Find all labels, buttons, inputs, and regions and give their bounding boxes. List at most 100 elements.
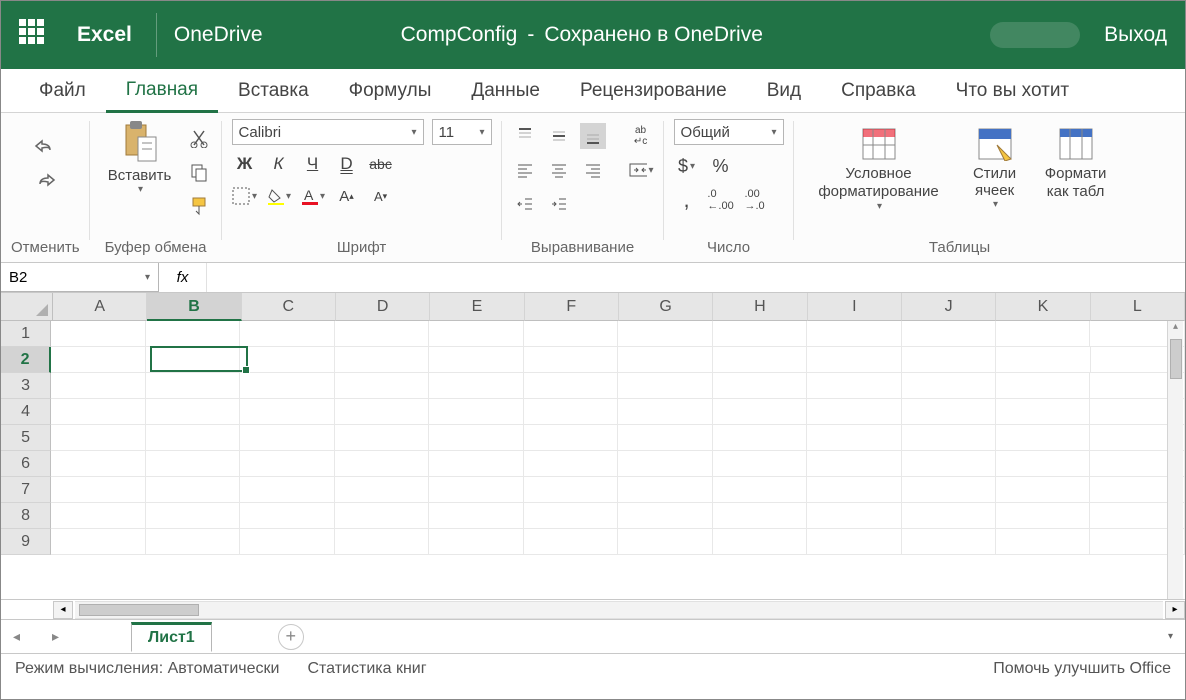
- cell[interactable]: [146, 373, 240, 399]
- strikethrough-button[interactable]: abc: [368, 151, 394, 177]
- cell[interactable]: [335, 347, 429, 373]
- decrease-font-button[interactable]: А▾: [368, 183, 394, 209]
- merge-cells-button[interactable]: ▾: [628, 157, 654, 183]
- workbook-stats-button[interactable]: Статистика книг: [307, 660, 426, 678]
- column-header[interactable]: F: [525, 293, 619, 321]
- new-sheet-button[interactable]: +: [278, 624, 304, 650]
- row-header[interactable]: 5: [1, 425, 51, 451]
- calc-mode-status[interactable]: Режим вычисления: Автоматически: [15, 660, 279, 678]
- cell[interactable]: [146, 529, 240, 555]
- wrap-text-button[interactable]: ab↵c: [628, 123, 654, 149]
- align-top-button[interactable]: [512, 123, 538, 149]
- cell[interactable]: [902, 425, 996, 451]
- cell[interactable]: [902, 503, 996, 529]
- cell[interactable]: [240, 451, 334, 477]
- cell[interactable]: [524, 373, 618, 399]
- cell[interactable]: [902, 451, 996, 477]
- cell[interactable]: [51, 347, 145, 373]
- comma-style-button[interactable]: ,: [674, 187, 700, 213]
- column-header[interactable]: C: [242, 293, 336, 321]
- cell[interactable]: [902, 373, 996, 399]
- breadcrumb-location[interactable]: OneDrive: [156, 23, 281, 47]
- cell[interactable]: [524, 425, 618, 451]
- borders-button[interactable]: ▾: [232, 183, 258, 209]
- cell[interactable]: [618, 425, 712, 451]
- tab-home[interactable]: Главная: [106, 69, 218, 113]
- cell[interactable]: [240, 321, 334, 347]
- column-header[interactable]: K: [996, 293, 1090, 321]
- cell[interactable]: [807, 529, 901, 555]
- row-header[interactable]: 2: [1, 347, 51, 373]
- cell[interactable]: [807, 321, 901, 347]
- name-box[interactable]: B2▾: [1, 263, 159, 292]
- cell[interactable]: [807, 347, 901, 373]
- cell[interactable]: [618, 321, 712, 347]
- cell[interactable]: [335, 451, 429, 477]
- copy-button[interactable]: [186, 159, 212, 185]
- row-header[interactable]: 3: [1, 373, 51, 399]
- double-underline-button[interactable]: D: [334, 151, 360, 177]
- cell[interactable]: [240, 399, 334, 425]
- cell[interactable]: [335, 321, 429, 347]
- column-header[interactable]: L: [1091, 293, 1185, 321]
- cell[interactable]: [240, 503, 334, 529]
- cell[interactable]: [713, 529, 807, 555]
- cell[interactable]: [51, 425, 145, 451]
- redo-button[interactable]: [32, 167, 58, 193]
- row-header[interactable]: 6: [1, 451, 51, 477]
- cell[interactable]: [902, 529, 996, 555]
- cell[interactable]: [524, 347, 618, 373]
- cell[interactable]: [146, 399, 240, 425]
- cell-styles-button[interactable]: Стили ячеек▾: [960, 127, 1030, 210]
- cell[interactable]: [429, 477, 523, 503]
- row-header[interactable]: 1: [1, 321, 51, 347]
- sheet-tab[interactable]: Лист1: [131, 622, 212, 652]
- cell[interactable]: [524, 477, 618, 503]
- cell[interactable]: [51, 503, 145, 529]
- cell[interactable]: [618, 399, 712, 425]
- cell[interactable]: [807, 477, 901, 503]
- column-header[interactable]: J: [902, 293, 996, 321]
- cell[interactable]: [429, 451, 523, 477]
- cell[interactable]: [524, 451, 618, 477]
- tab-help[interactable]: Справка: [821, 69, 936, 112]
- tab-view[interactable]: Вид: [747, 69, 821, 112]
- cell[interactable]: [335, 399, 429, 425]
- tab-review[interactable]: Рецензирование: [560, 69, 747, 112]
- currency-button[interactable]: $▾: [674, 153, 700, 179]
- bold-button[interactable]: Ж: [232, 151, 258, 177]
- font-color-button[interactable]: А▾: [300, 183, 326, 209]
- cell[interactable]: [713, 321, 807, 347]
- cell[interactable]: [335, 425, 429, 451]
- font-size-dropdown[interactable]: 11▾: [432, 119, 492, 145]
- align-center-button[interactable]: [546, 157, 572, 183]
- row-header[interactable]: 8: [1, 503, 51, 529]
- cell[interactable]: [335, 373, 429, 399]
- cell[interactable]: [51, 529, 145, 555]
- tab-insert[interactable]: Вставка: [218, 69, 329, 112]
- cell[interactable]: [429, 373, 523, 399]
- cell[interactable]: [429, 347, 523, 373]
- italic-button[interactable]: К: [266, 151, 292, 177]
- row-header[interactable]: 7: [1, 477, 51, 503]
- tab-formulas[interactable]: Формулы: [329, 69, 452, 112]
- cell[interactable]: [524, 321, 618, 347]
- tab-file[interactable]: Файл: [19, 69, 106, 112]
- cell[interactable]: [713, 477, 807, 503]
- column-header[interactable]: E: [430, 293, 524, 321]
- cell[interactable]: [713, 373, 807, 399]
- cell[interactable]: [51, 321, 145, 347]
- cell[interactable]: [713, 503, 807, 529]
- cell[interactable]: [902, 399, 996, 425]
- cell[interactable]: [524, 529, 618, 555]
- cell[interactable]: [996, 321, 1090, 347]
- cell[interactable]: [618, 373, 712, 399]
- cell[interactable]: [524, 503, 618, 529]
- cell[interactable]: [713, 425, 807, 451]
- format-painter-button[interactable]: [186, 193, 212, 219]
- cell[interactable]: [996, 451, 1090, 477]
- percent-button[interactable]: %: [708, 153, 734, 179]
- cell[interactable]: [996, 373, 1090, 399]
- paste-button[interactable]: Вставить ▾: [100, 119, 180, 195]
- column-header[interactable]: H: [713, 293, 807, 321]
